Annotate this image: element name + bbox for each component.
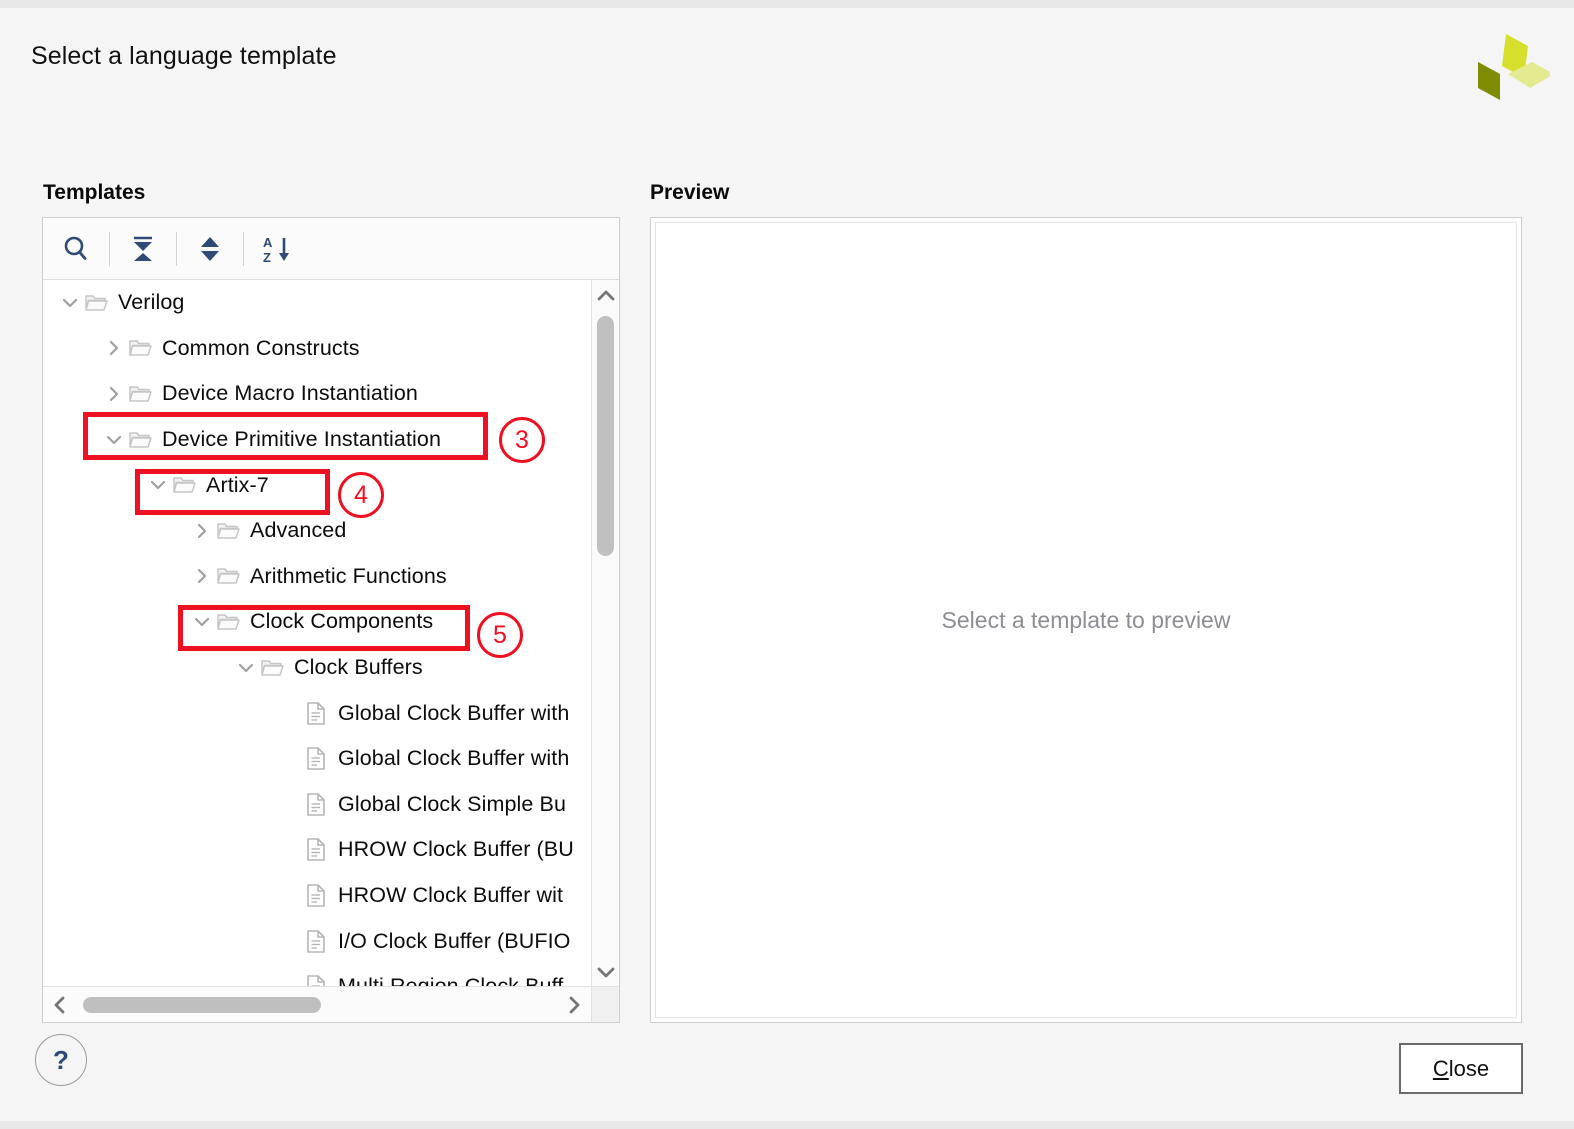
tree-item[interactable]: Global Clock Simple Bu bbox=[43, 782, 591, 828]
tree-item[interactable]: Artix-7 bbox=[43, 462, 591, 508]
search-icon[interactable] bbox=[43, 219, 109, 279]
tree-item[interactable]: Arithmetic Functions bbox=[43, 554, 591, 600]
help-label: ? bbox=[53, 1044, 69, 1075]
expand-all-icon[interactable] bbox=[177, 219, 243, 279]
tree-item-label: Clock Buffers bbox=[294, 655, 423, 680]
tree-item[interactable]: HROW Clock Buffer wit bbox=[43, 873, 591, 919]
chevron-down-icon[interactable] bbox=[57, 290, 83, 316]
preview-panel: Select a template to preview bbox=[650, 217, 1522, 1023]
folder-icon bbox=[215, 610, 241, 634]
tree-item[interactable]: Advanced bbox=[43, 508, 591, 554]
file-icon bbox=[303, 884, 329, 908]
close-mnemonic: C bbox=[1432, 1055, 1449, 1081]
tree-item-label: Clock Components bbox=[250, 609, 434, 634]
tree-item-label: HROW Clock Buffer (BU bbox=[338, 837, 574, 862]
file-icon bbox=[303, 792, 329, 816]
help-button[interactable]: ? bbox=[35, 1034, 87, 1086]
tree-item-label: Global Clock Simple Bu bbox=[338, 791, 567, 816]
tree-item-label: HROW Clock Buffer wit bbox=[338, 883, 564, 908]
tree-item[interactable]: Clock Components bbox=[43, 599, 591, 645]
tree-item-label: Device Macro Instantiation bbox=[162, 381, 418, 406]
horizontal-scroll-thumb[interactable] bbox=[83, 997, 321, 1013]
tree-horizontal-scrollbar[interactable] bbox=[43, 986, 591, 1022]
tree-item[interactable]: Common Constructs bbox=[43, 326, 591, 372]
chevron-down-icon[interactable] bbox=[101, 427, 127, 453]
templates-panel: A Z Verilog Common Constructs Device Macro… bbox=[42, 217, 620, 1023]
tree-item[interactable]: Verilog bbox=[43, 280, 591, 326]
file-icon bbox=[303, 929, 329, 953]
chevron-down-icon[interactable] bbox=[233, 655, 259, 681]
tree-item[interactable]: Global Clock Buffer with bbox=[43, 736, 591, 782]
folder-icon bbox=[215, 564, 241, 588]
scroll-right-icon[interactable] bbox=[559, 987, 589, 1022]
scroll-left-icon[interactable] bbox=[45, 987, 75, 1022]
scrollbar-corner bbox=[591, 986, 619, 1022]
scroll-down-icon[interactable] bbox=[592, 958, 619, 986]
tree-item[interactable]: I/O Clock Buffer (BUFIO bbox=[43, 918, 591, 964]
dialog-header: Select a language template bbox=[0, 8, 1574, 116]
folder-icon bbox=[259, 656, 285, 680]
preview-placeholder-text: Select a template to preview bbox=[941, 606, 1231, 633]
tree-item[interactable]: Multi Region Clock Buff bbox=[43, 964, 591, 988]
folder-icon bbox=[215, 519, 241, 543]
file-icon bbox=[303, 838, 329, 862]
tree-item-label: Verilog bbox=[118, 290, 185, 315]
templates-heading: Templates bbox=[43, 181, 146, 204]
collapse-all-icon[interactable] bbox=[110, 219, 176, 279]
tree-item-label: Advanced bbox=[250, 518, 347, 543]
close-label-rest: lose bbox=[1448, 1055, 1490, 1081]
chevron-down-icon[interactable] bbox=[145, 472, 171, 498]
chevron-right-icon[interactable] bbox=[189, 563, 215, 589]
tree-item[interactable]: Global Clock Buffer with bbox=[43, 690, 591, 736]
chevron-down-icon[interactable] bbox=[189, 609, 215, 635]
tree-item-label: Global Clock Buffer with bbox=[338, 746, 570, 771]
tree-item-label: I/O Clock Buffer (BUFIO bbox=[338, 928, 571, 953]
tree-item-label: Arithmetic Functions bbox=[250, 563, 447, 588]
tree-vertical-scrollbar[interactable] bbox=[591, 280, 619, 988]
folder-icon bbox=[127, 428, 153, 452]
tree-item-label: Device Primitive Instantiation bbox=[162, 427, 442, 452]
chevron-right-icon[interactable] bbox=[101, 335, 127, 361]
folder-icon bbox=[127, 382, 153, 406]
amd-xilinx-logo bbox=[1470, 32, 1554, 104]
vertical-scroll-thumb[interactable] bbox=[597, 316, 614, 556]
dialog-title: Select a language template bbox=[31, 42, 337, 70]
preview-heading: Preview bbox=[650, 181, 730, 204]
chevron-right-icon[interactable] bbox=[189, 518, 215, 544]
tree-toolbar: A Z bbox=[43, 218, 619, 280]
folder-icon bbox=[83, 291, 109, 315]
tree-item[interactable]: HROW Clock Buffer (BU bbox=[43, 827, 591, 873]
tree-item[interactable]: Device Primitive Instantiation bbox=[43, 417, 591, 463]
close-button[interactable]: Close bbox=[1399, 1043, 1523, 1094]
file-icon bbox=[303, 701, 329, 725]
chevron-right-icon[interactable] bbox=[101, 381, 127, 407]
svg-text:Z: Z bbox=[263, 250, 271, 265]
tree-item[interactable]: Device Macro Instantiation bbox=[43, 371, 591, 417]
template-tree[interactable]: Verilog Common Constructs Device Macro Ins… bbox=[43, 280, 591, 988]
svg-text:A: A bbox=[263, 235, 273, 250]
language-template-dialog: Select a language template Templates Pre… bbox=[0, 8, 1574, 1121]
folder-icon bbox=[171, 473, 197, 497]
tree-item-label: Global Clock Buffer with bbox=[338, 700, 570, 725]
sort-az-icon[interactable]: A Z bbox=[244, 219, 310, 279]
scroll-up-icon[interactable] bbox=[592, 282, 619, 310]
preview-content-area: Select a template to preview bbox=[655, 222, 1517, 1018]
tree-item-label: Common Constructs bbox=[162, 335, 360, 360]
folder-icon bbox=[127, 336, 153, 360]
tree-item-label: Artix-7 bbox=[206, 472, 269, 497]
file-icon bbox=[303, 747, 329, 771]
tree-item[interactable]: Clock Buffers bbox=[43, 645, 591, 691]
